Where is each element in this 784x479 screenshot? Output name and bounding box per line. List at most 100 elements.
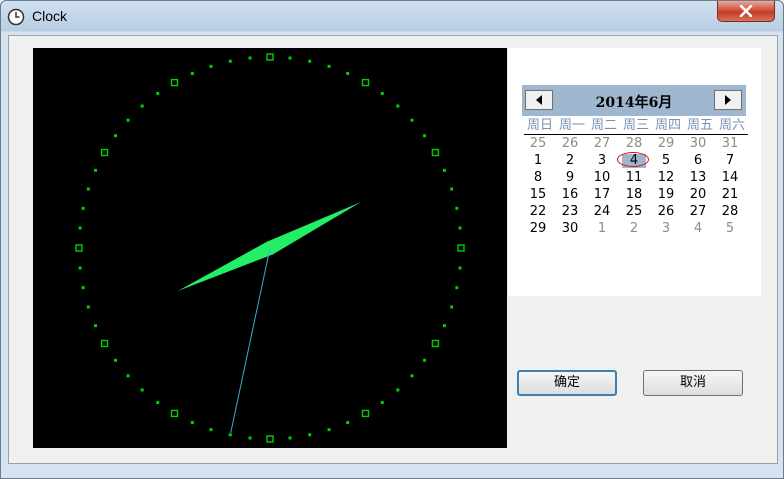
calendar-day[interactable]: 14 [714, 169, 746, 186]
calendar-day-number: 8 [533, 170, 543, 185]
calendar-day-number: 31 [721, 136, 739, 151]
calendar-day[interactable]: 27 [586, 135, 618, 152]
title-bar[interactable]: Clock [1, 1, 783, 33]
minute-mark [450, 187, 454, 191]
calendar-day[interactable]: 23 [554, 203, 586, 220]
minute-mark [140, 104, 144, 108]
calendar-panel: 2014年6月 周日 周一 周二 周三 周四 周五 周六 25 26 27 28 29 3… [508, 48, 761, 296]
calendar-day[interactable]: 22 [522, 203, 554, 220]
calendar-day-number: 23 [561, 204, 579, 219]
minute-mark [455, 286, 459, 290]
calendar-week-row: 29 30 1 2 3 4 5 [522, 220, 746, 237]
calendar-day-number: 2 [629, 221, 639, 236]
calendar-day[interactable]: 9 [554, 169, 586, 186]
calendar-day[interactable]: 17 [586, 186, 618, 203]
calendar-day[interactable]: 24 [586, 203, 618, 220]
calendar-day[interactable]: 26 [554, 135, 586, 152]
window-title: Clock [32, 8, 68, 24]
minute-mark [396, 388, 400, 392]
calendar-day-number: 25 [529, 136, 547, 151]
calendar-day[interactable]: 19 [650, 186, 682, 203]
minute-mark [113, 358, 117, 362]
minute-mark [248, 436, 252, 440]
calendar-day[interactable]: 20 [682, 186, 714, 203]
calendar-day-number: 16 [561, 187, 579, 202]
minute-mark [81, 286, 85, 290]
minute-mark [94, 168, 98, 172]
calendar-day[interactable]: 10 [586, 169, 618, 186]
calendar-day[interactable]: 30 [682, 135, 714, 152]
calendar-day-number: 4 [629, 153, 639, 168]
calendar-header: 2014年6月 [522, 85, 746, 116]
calendar-day[interactable]: 18 [618, 186, 650, 203]
minute-mark [140, 388, 144, 392]
calendar-day-number: 21 [721, 187, 739, 202]
calendar-day[interactable]: 1 [522, 152, 554, 169]
close-button[interactable] [717, 1, 775, 22]
calendar-day-number: 24 [593, 204, 611, 219]
calendar-day[interactable]: 27 [682, 203, 714, 220]
calendar-day[interactable]: 28 [618, 135, 650, 152]
hour-mark [75, 244, 83, 252]
calendar-day[interactable]: 1 [586, 220, 618, 237]
weekday-label: 周二 [590, 118, 617, 133]
calendar-day[interactable]: 21 [714, 186, 746, 203]
calendar-day[interactable]: 5 [650, 152, 682, 169]
cancel-button[interactable]: 取消 [643, 370, 743, 396]
calendar-day-number: 26 [657, 204, 675, 219]
minute-mark [442, 168, 446, 172]
calendar-day[interactable]: 16 [554, 186, 586, 203]
weekday-label: 周日 [526, 118, 553, 133]
calendar-day[interactable]: 13 [682, 169, 714, 186]
calendar-day[interactable]: 31 [714, 135, 746, 152]
calendar-day[interactable]: 4 [682, 220, 714, 237]
minute-mark [410, 374, 414, 378]
minute-mark [423, 134, 427, 138]
calendar-day-number: 19 [657, 187, 675, 202]
calendar-day[interactable]: 3 [650, 220, 682, 237]
calendar-day-number: 2 [565, 153, 575, 168]
calendar-day[interactable]: 11 [618, 169, 650, 186]
calendar-day[interactable]: 2 [554, 152, 586, 169]
calendar-day[interactable]: 7 [714, 152, 746, 169]
calendar-day[interactable]: 26 [650, 203, 682, 220]
weekday-label: 周六 [718, 118, 745, 133]
calendar-day-number: 14 [721, 170, 739, 185]
minute-mark [423, 358, 427, 362]
calendar-day[interactable]: 12 [650, 169, 682, 186]
calendar-day-number: 17 [593, 187, 611, 202]
calendar-day[interactable]: 6 [682, 152, 714, 169]
minute-hand [257, 202, 362, 255]
calendar-day[interactable]: 30 [554, 220, 586, 237]
calendar-day-number: 15 [529, 187, 547, 202]
calendar-week-row: 15 16 17 18 19 20 21 [522, 186, 746, 203]
calendar-day[interactable]: 28 [714, 203, 746, 220]
calendar-day[interactable]: 29 [522, 220, 554, 237]
ok-button[interactable]: 确定 [517, 370, 617, 396]
minute-mark [396, 104, 400, 108]
calendar-day-number: 10 [593, 170, 611, 185]
right-arrow-icon [725, 95, 731, 105]
calendar-day[interactable]: 5 [714, 220, 746, 237]
minute-mark [81, 206, 85, 210]
calendar-day[interactable]: 29 [650, 135, 682, 152]
hour-mark [457, 244, 465, 252]
hour-mark [431, 148, 440, 157]
calendar-day-number: 29 [529, 221, 547, 236]
calendar-day-selected[interactable]: 4 [617, 152, 650, 169]
weekday-label: 周一 [558, 118, 585, 133]
calendar-day[interactable]: 2 [618, 220, 650, 237]
calendar-day[interactable]: 25 [522, 135, 554, 152]
minute-mark [94, 324, 98, 328]
weekday-label: 周三 [622, 118, 649, 133]
calendar-day-number: 30 [561, 221, 579, 236]
calendar-day[interactable]: 15 [522, 186, 554, 203]
calendar-day[interactable]: 3 [586, 152, 618, 169]
minute-mark [190, 420, 194, 424]
minute-mark [380, 91, 384, 95]
calendar-day[interactable]: 8 [522, 169, 554, 186]
next-month-button[interactable] [714, 90, 742, 110]
hour-mark [170, 409, 179, 418]
calendar-day[interactable]: 25 [618, 203, 650, 220]
calendar-day-number: 1 [597, 221, 607, 236]
